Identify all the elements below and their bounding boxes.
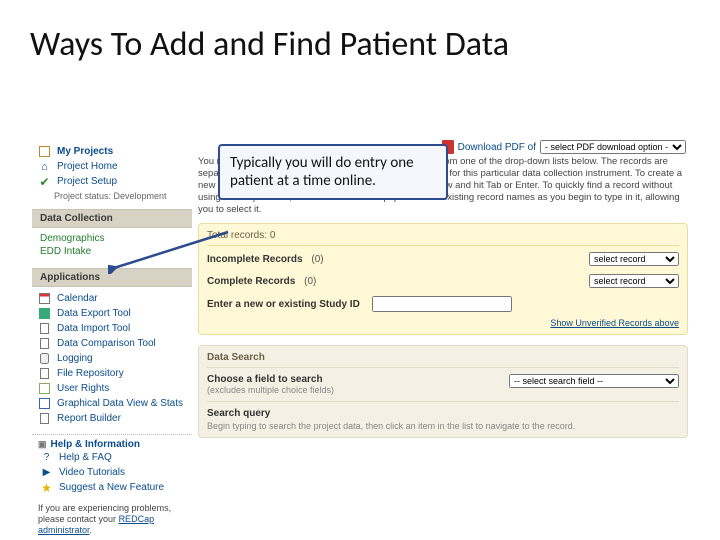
help-videos[interactable]: ▶ Video Tutorials xyxy=(38,465,186,480)
nav-project-home-label: Project Home xyxy=(57,161,118,172)
complete-records-label: Complete Records xyxy=(207,276,295,287)
help-faq[interactable]: ? Help & FAQ xyxy=(38,450,186,465)
collapse-icon: ▣ xyxy=(38,439,47,450)
app-logging[interactable]: Logging xyxy=(36,351,188,366)
data-search-title: Data Search xyxy=(207,352,679,367)
search-query-label: Search query xyxy=(207,408,679,419)
app-file-repository-label: File Repository xyxy=(57,368,124,379)
help-note: If you are experiencing problems, please… xyxy=(32,499,192,535)
check-icon: ✔ xyxy=(38,175,51,188)
app-gdv-stats-label: Graphical Data View & Stats xyxy=(57,398,183,409)
data-search-box: Data Search Choose a field to search (ex… xyxy=(198,345,688,438)
choose-field-sub: (excludes multiple choice fields) xyxy=(207,385,334,395)
export-icon xyxy=(38,307,51,320)
choose-field-label: Choose a field to search xyxy=(207,374,334,385)
help-faq-label: Help & FAQ xyxy=(59,452,112,463)
calendar-icon xyxy=(38,292,51,305)
star-icon: ★ xyxy=(40,481,53,494)
video-icon: ▶ xyxy=(40,466,53,479)
help-note-post: . xyxy=(90,525,93,535)
data-collection-links: Demographics EDD Intake xyxy=(32,228,192,268)
app-data-export[interactable]: Data Export Tool xyxy=(36,306,188,321)
search-query-row: Search query Begin typing to search the … xyxy=(207,401,679,431)
complete-records-count: (0) xyxy=(304,276,316,287)
sidebar: My Projects ⌂ Project Home ✔ Project Set… xyxy=(32,140,192,520)
app-file-repository[interactable]: File Repository xyxy=(36,366,188,381)
incomplete-records-label: Incomplete Records xyxy=(207,254,303,265)
home-icon: ⌂ xyxy=(38,160,51,173)
compare-icon xyxy=(38,337,51,350)
app-data-comparison-label: Data Comparison Tool xyxy=(57,338,156,349)
app-calendar[interactable]: Calendar xyxy=(36,291,188,306)
incomplete-records-select[interactable]: select record xyxy=(589,252,679,266)
folder-icon xyxy=(38,145,51,158)
help-suggest[interactable]: ★ Suggest a New Feature xyxy=(38,480,186,495)
choose-field-select[interactable]: -- select search field -- xyxy=(509,374,679,388)
user-rights-icon xyxy=(38,382,51,395)
incomplete-records-count: (0) xyxy=(311,254,323,265)
sidebar-top-nav: My Projects ⌂ Project Home ✔ Project Set… xyxy=(32,140,192,209)
app-logging-label: Logging xyxy=(57,353,93,364)
applications-list: Calendar Data Export Tool Data Import To… xyxy=(32,287,192,434)
app-data-import-label: Data Import Tool xyxy=(57,323,130,334)
complete-records-row: Complete Records (0) select record xyxy=(207,270,679,292)
help-suggest-label: Suggest a New Feature xyxy=(59,482,164,493)
nav-project-setup-label: Project Setup xyxy=(57,176,117,187)
app-user-rights-label: User Rights xyxy=(57,383,109,394)
file-repo-icon xyxy=(38,367,51,380)
help-header-label: Help & Information xyxy=(51,439,140,450)
faq-icon: ? xyxy=(40,451,53,464)
dc-link-demographics[interactable]: Demographics xyxy=(40,232,184,245)
nav-my-projects[interactable]: My Projects xyxy=(32,144,192,159)
nav-project-setup[interactable]: ✔ Project Setup xyxy=(32,174,192,189)
app-data-comparison[interactable]: Data Comparison Tool xyxy=(36,336,188,351)
help-header[interactable]: ▣ Help & Information xyxy=(38,439,186,450)
import-icon xyxy=(38,322,51,335)
incomplete-records-row: Incomplete Records (0) select record xyxy=(207,248,679,270)
callout-text: Typically you will do entry one patient … xyxy=(230,154,414,190)
app-report-builder-label: Report Builder xyxy=(57,413,121,424)
download-pdf-label: Download PDF of xyxy=(458,142,536,153)
callout-box: Typically you will do entry one patient … xyxy=(218,144,448,200)
report-icon xyxy=(38,412,51,425)
study-id-label: Enter a new or existing Study ID xyxy=(207,299,360,310)
complete-records-select[interactable]: select record xyxy=(589,274,679,288)
help-section: ▣ Help & Information ? Help & FAQ ▶ Video … xyxy=(32,434,192,499)
records-box: Total records: 0 Incomplete Records (0) … xyxy=(198,223,688,335)
project-status: Project status: Development xyxy=(32,189,192,207)
study-id-input[interactable] xyxy=(372,296,512,312)
nav-my-projects-label: My Projects xyxy=(57,146,113,157)
app-gdv-stats[interactable]: Graphical Data View & Stats xyxy=(36,396,188,411)
slide-title: Ways To Add and Find Patient Data xyxy=(0,0,720,65)
nav-project-home[interactable]: ⌂ Project Home xyxy=(32,159,192,174)
app-user-rights[interactable]: User Rights xyxy=(36,381,188,396)
choose-field-row: Choose a field to search (excludes multi… xyxy=(207,367,679,401)
app-data-import[interactable]: Data Import Tool xyxy=(36,321,188,336)
search-query-sub: Begin typing to search the project data,… xyxy=(207,419,679,431)
download-pdf-select[interactable]: - select PDF download option - xyxy=(540,140,686,154)
study-id-row: Enter a new or existing Study ID xyxy=(207,292,679,314)
section-applications: Applications xyxy=(32,268,192,287)
stats-icon xyxy=(38,397,51,410)
total-records-value: 0 xyxy=(270,230,276,241)
help-videos-label: Video Tutorials xyxy=(59,467,125,478)
app-data-export-label: Data Export Tool xyxy=(57,308,131,319)
dc-link-edd-intake[interactable]: EDD Intake xyxy=(40,245,184,258)
total-records: Total records: 0 xyxy=(207,230,679,246)
app-calendar-label: Calendar xyxy=(57,293,98,304)
app-report-builder[interactable]: Report Builder xyxy=(36,411,188,426)
section-data-collection: Data Collection xyxy=(32,209,192,228)
show-unverified-link[interactable]: Show Unverified Records above xyxy=(207,314,679,328)
logging-icon xyxy=(38,352,51,365)
total-records-label: Total records: xyxy=(207,230,267,241)
